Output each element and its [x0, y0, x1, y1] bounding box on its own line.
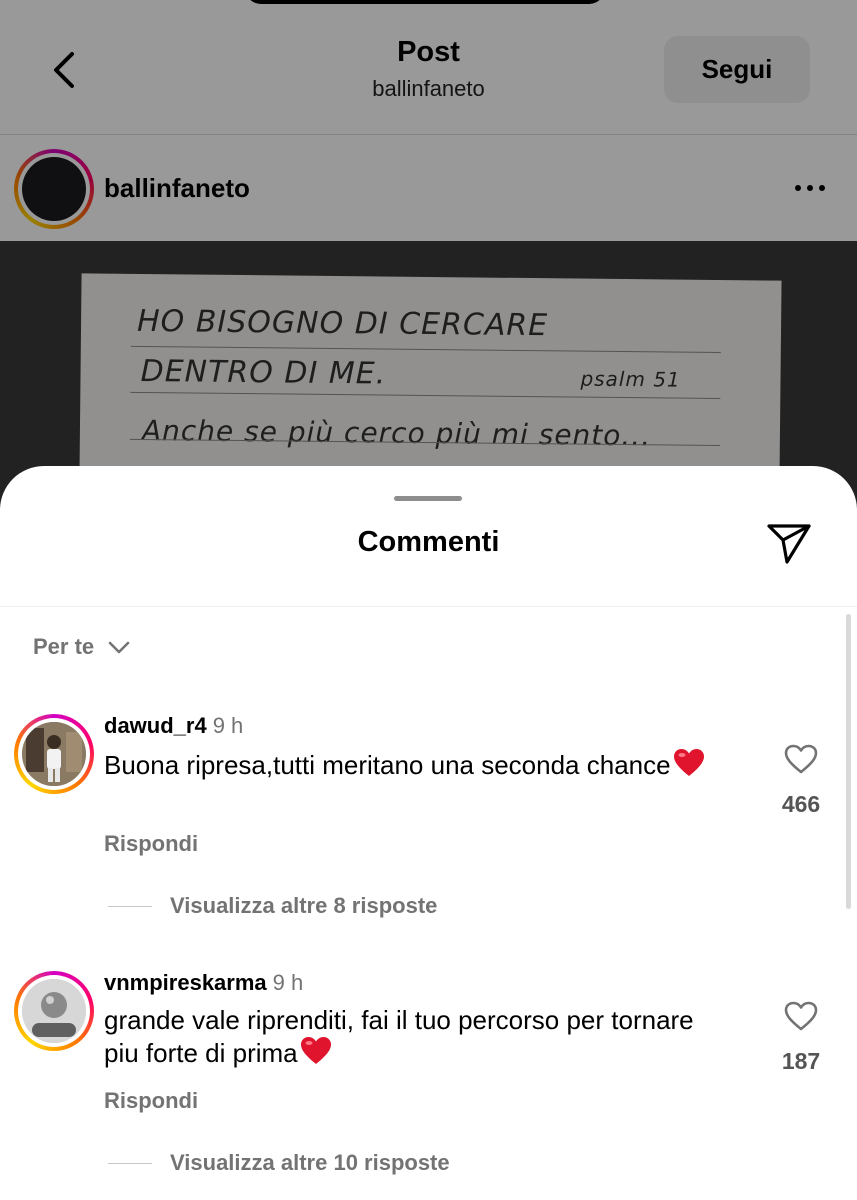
heart-outline-icon[interactable]: [783, 743, 819, 775]
sort-label: Per te: [33, 634, 95, 659]
sort-dropdown[interactable]: Per te: [33, 634, 130, 660]
scrollbar[interactable]: [846, 614, 851, 909]
comment-time: 9 h: [272, 970, 304, 995]
divider: [0, 606, 857, 607]
view-more-replies-label: Visualizza altre 10 risposte: [170, 1150, 450, 1175]
comment-username[interactable]: vnmpireskarma: [104, 970, 267, 995]
avatar[interactable]: [14, 971, 94, 1051]
like-count: 187: [781, 1048, 821, 1074]
sheet-title: Commenti: [357, 526, 500, 558]
comments-sheet: Commenti Per te dawud_r4 9 h Buona ripre…: [0, 466, 857, 1200]
comment-text: Buona ripresa,tutti meritano una seconda…: [104, 748, 724, 781]
view-more-replies-label: Visualizza altre 8 risposte: [170, 893, 438, 918]
view-more-replies[interactable]: Visualizza altre 10 risposte: [108, 1150, 450, 1176]
reply-button[interactable]: Rispondi: [104, 1088, 198, 1114]
red-heart-emoji-icon: [300, 1037, 331, 1064]
send-icon[interactable]: [765, 522, 813, 566]
sheet-drag-handle[interactable]: [394, 496, 462, 501]
avatar[interactable]: [14, 714, 94, 794]
comment-time: 9 h: [212, 713, 244, 738]
chevron-down-icon: [108, 641, 130, 654]
like-count: 466: [781, 791, 821, 817]
comment-text: grande vale riprenditi, fai il tuo perco…: [104, 1005, 694, 1068]
comment-username[interactable]: dawud_r4: [104, 713, 207, 738]
red-heart-emoji-icon: [673, 749, 704, 776]
view-more-replies[interactable]: Visualizza altre 8 risposte: [108, 893, 437, 919]
reply-button[interactable]: Rispondi: [104, 831, 198, 857]
heart-outline-icon[interactable]: [783, 1000, 819, 1032]
